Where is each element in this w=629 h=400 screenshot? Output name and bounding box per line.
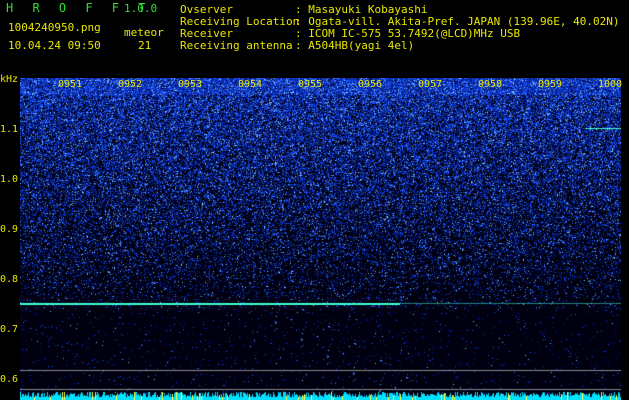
y-tick-label: 0.7 bbox=[0, 324, 19, 335]
y-axis-unit: kHz bbox=[0, 74, 19, 85]
info-antenna-value: : A504HB(yagi 4el) bbox=[295, 39, 415, 52]
x-tick-label: 0956 bbox=[358, 79, 383, 90]
x-tick-label: 0955 bbox=[298, 79, 323, 90]
y-tick-label: 0.8 bbox=[0, 274, 19, 285]
x-tick-label: 1000 bbox=[598, 79, 623, 90]
meteor-count: 21 bbox=[138, 39, 152, 52]
info-antenna-label: Receiving antenna bbox=[180, 39, 293, 52]
file-datetime: 10.04.24 09:50 bbox=[8, 39, 101, 52]
x-tick-label: 0953 bbox=[178, 79, 203, 90]
file-name: 1004240950.png bbox=[8, 21, 101, 34]
y-tick-label: 1.0 bbox=[0, 174, 19, 185]
x-tick-label: 0958 bbox=[478, 79, 503, 90]
y-tick-label: 0.9 bbox=[0, 224, 19, 235]
y-tick-label: 0.6 bbox=[0, 374, 19, 385]
x-tick-label: 0954 bbox=[238, 79, 263, 90]
x-tick-label: 0959 bbox=[538, 79, 563, 90]
app-version: 1.0.0 bbox=[124, 2, 158, 15]
x-tick-label: 0957 bbox=[418, 79, 443, 90]
spectrogram bbox=[20, 78, 621, 400]
x-tick-label: 0951 bbox=[58, 79, 83, 90]
x-tick-label: 0952 bbox=[118, 79, 143, 90]
meteor-label: meteor bbox=[124, 26, 164, 39]
y-tick-label: 1.1 bbox=[0, 124, 19, 135]
